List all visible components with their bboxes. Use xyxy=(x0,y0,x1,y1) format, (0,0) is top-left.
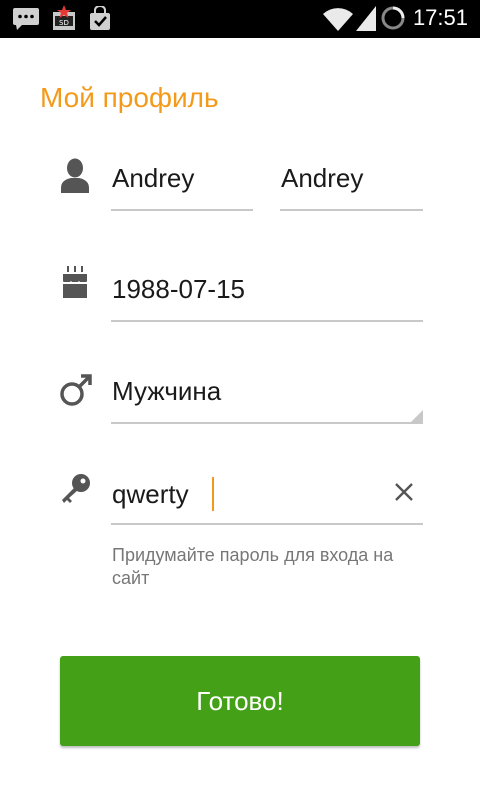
clock: 17:51 xyxy=(412,5,468,30)
password-input[interactable]: qwerty xyxy=(112,479,189,510)
clear-icon[interactable] xyxy=(394,482,414,502)
done-button[interactable]: Готово! xyxy=(60,656,420,746)
birth-date-input[interactable]: 1988-07-15 xyxy=(112,274,245,305)
bag-check-icon xyxy=(90,6,110,30)
first-name-input[interactable]: Andrey xyxy=(112,163,194,194)
password-underline xyxy=(111,523,423,525)
loading-icon xyxy=(381,6,405,30)
first-name-underline xyxy=(111,209,253,211)
key-icon xyxy=(62,474,90,503)
done-button-label: Готово! xyxy=(196,685,284,716)
last-name-underline xyxy=(280,209,423,211)
sd-card-icon: SD xyxy=(53,5,75,30)
text-cursor xyxy=(212,477,214,511)
birthday-cake-icon xyxy=(62,266,88,298)
dropdown-corner-icon[interactable] xyxy=(411,410,423,422)
person-icon xyxy=(61,158,89,193)
birth-date-underline xyxy=(111,320,423,322)
signal-icon xyxy=(356,6,376,31)
chat-icon xyxy=(13,8,39,30)
last-name-input[interactable]: Andrey xyxy=(281,163,363,194)
gender-select[interactable]: Мужчина xyxy=(112,376,221,407)
page-title: Мой профиль xyxy=(40,82,219,113)
sd-badge: SD xyxy=(59,19,69,27)
gender-underline xyxy=(111,422,423,424)
male-icon xyxy=(60,374,92,406)
wifi-icon xyxy=(323,8,353,32)
status-bar: SD 17:51 xyxy=(0,0,480,38)
password-hint: Придумайте пароль для входа на сайт xyxy=(112,545,394,588)
